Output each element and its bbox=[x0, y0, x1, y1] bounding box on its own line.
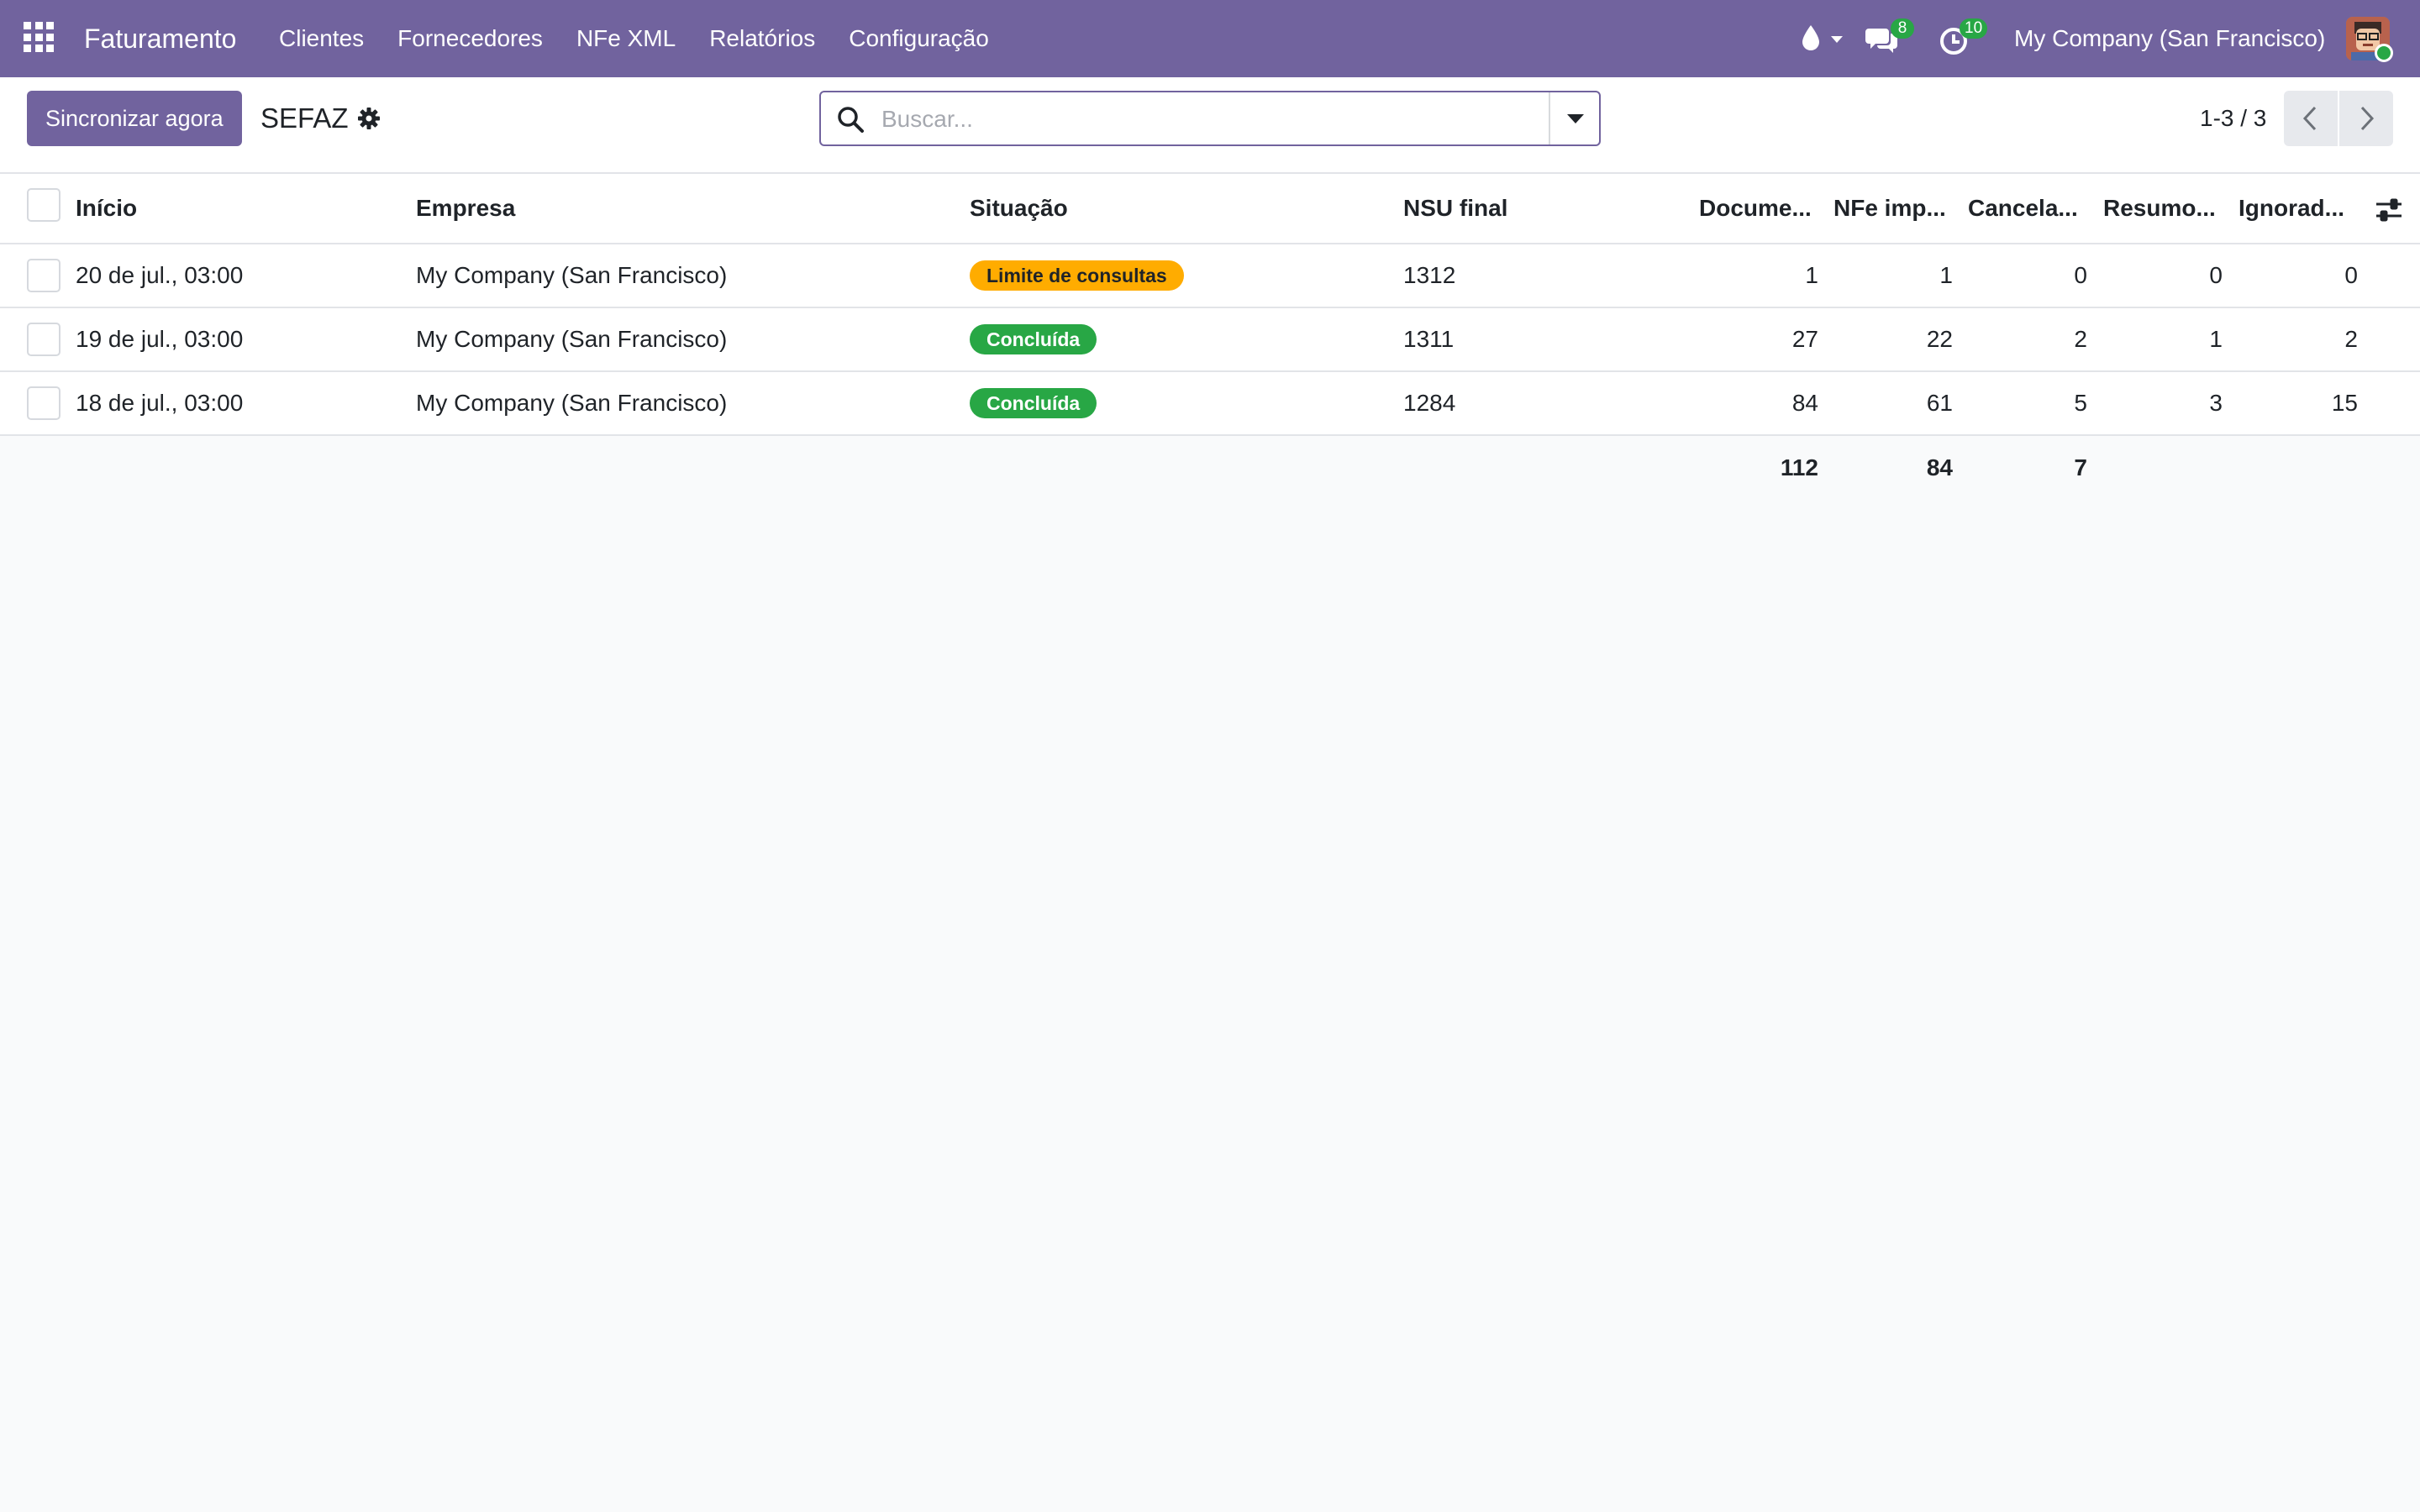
column-header-inicio[interactable]: Início bbox=[76, 174, 137, 243]
messages-button[interactable]: 8 bbox=[1865, 18, 1916, 59]
search-options-toggle[interactable] bbox=[1549, 92, 1599, 144]
total-canceladas: 7 bbox=[2074, 454, 2087, 480]
debug-menu-button[interactable] bbox=[1798, 22, 1849, 55]
cell-inicio: 19 de jul., 03:00 bbox=[76, 326, 244, 352]
search-bar bbox=[819, 91, 1601, 146]
chevron-right-icon bbox=[2360, 106, 2375, 131]
optional-columns-icon[interactable] bbox=[2375, 197, 2403, 223]
drop-icon bbox=[1802, 25, 1819, 50]
gear-icon[interactable] bbox=[356, 106, 381, 131]
row-checkbox[interactable] bbox=[27, 386, 60, 420]
app-brand[interactable]: Faturamento bbox=[84, 21, 236, 56]
cell-canceladas: 5 bbox=[2074, 390, 2087, 416]
column-header-ignoradas[interactable]: Ignorad... bbox=[2238, 174, 2344, 243]
cell-nsu-final: 1284 bbox=[1403, 390, 1456, 416]
online-status-dot bbox=[2375, 44, 2393, 62]
company-switcher[interactable]: My Company (San Francisco) bbox=[2014, 21, 2325, 56]
cell-empresa: My Company (San Francisco) bbox=[416, 390, 728, 416]
status-badge: Concluída bbox=[970, 324, 1097, 354]
column-header-resumos[interactable]: Resumo... bbox=[2103, 174, 2216, 243]
total-nfe-importadas: 84 bbox=[1926, 454, 1953, 480]
activities-button[interactable]: 10 bbox=[1938, 18, 1996, 59]
pager-value[interactable]: 1-3 / 3 bbox=[2200, 102, 2266, 135]
cell-nfe-importadas: 61 bbox=[1926, 390, 1953, 416]
select-all-checkbox[interactable] bbox=[27, 188, 60, 222]
menu-item-fornecedores[interactable]: Fornecedores bbox=[381, 21, 560, 56]
main-menu: Clientes Fornecedores NFe XML Relatórios… bbox=[262, 21, 1006, 56]
table-footer-totals: 112 84 7 bbox=[0, 436, 2420, 500]
cell-documentos: 84 bbox=[1791, 390, 1818, 416]
row-checkbox[interactable] bbox=[27, 259, 60, 292]
column-header-situacao[interactable]: Situação bbox=[970, 174, 1068, 243]
menu-item-relatorios[interactable]: Relatórios bbox=[692, 21, 832, 56]
cell-situacao: Limite de consultas bbox=[970, 244, 1184, 307]
row-checkbox[interactable] bbox=[27, 323, 60, 356]
column-header-empresa[interactable]: Empresa bbox=[416, 174, 515, 243]
messages-count-badge: 8 bbox=[1891, 18, 1914, 39]
control-panel: Sincronizar agora SEFAZ 1-3 / 3 bbox=[0, 77, 2420, 174]
cell-inicio: 20 de jul., 03:00 bbox=[76, 262, 244, 288]
search-icon bbox=[838, 107, 864, 133]
cell-empresa: My Company (San Francisco) bbox=[416, 326, 728, 352]
cell-resumos: 1 bbox=[2209, 326, 2223, 352]
cell-ignoradas: 0 bbox=[2344, 262, 2358, 288]
cell-ignoradas: 2 bbox=[2344, 326, 2358, 352]
chevron-left-icon bbox=[2302, 106, 2317, 131]
column-header-documentos[interactable]: Docume... bbox=[1699, 174, 1812, 243]
status-badge: Limite de consultas bbox=[970, 260, 1184, 291]
menu-item-nfe-xml[interactable]: NFe XML bbox=[560, 21, 692, 56]
cell-canceladas: 0 bbox=[2074, 262, 2087, 288]
column-header-nfe-importadas[interactable]: NFe imp... bbox=[1833, 174, 1946, 243]
cell-ignoradas: 15 bbox=[2331, 390, 2358, 416]
status-badge: Concluída bbox=[970, 388, 1097, 418]
menu-item-clientes[interactable]: Clientes bbox=[262, 21, 381, 56]
cell-situacao: Concluída bbox=[970, 308, 1097, 370]
cell-nsu-final: 1311 bbox=[1403, 326, 1455, 352]
table-row[interactable]: 20 de jul., 03:00 My Company (San Franci… bbox=[0, 244, 2420, 308]
column-header-nsu-final[interactable]: NSU final bbox=[1403, 174, 1507, 243]
list-view: Início Empresa Situação NSU final Docume… bbox=[0, 174, 2420, 500]
pager-previous-button[interactable] bbox=[2284, 91, 2338, 146]
cell-resumos: 3 bbox=[2209, 390, 2223, 416]
table-row[interactable]: 19 de jul., 03:00 My Company (San Franci… bbox=[0, 308, 2420, 372]
cell-nfe-importadas: 1 bbox=[1939, 262, 1953, 288]
table-header: Início Empresa Situação NSU final Docume… bbox=[0, 174, 2420, 244]
cell-situacao: Concluída bbox=[970, 372, 1097, 434]
cell-inicio: 18 de jul., 03:00 bbox=[76, 390, 244, 416]
cell-documentos: 27 bbox=[1791, 326, 1818, 352]
cell-canceladas: 2 bbox=[2074, 326, 2087, 352]
caret-down-icon bbox=[1831, 36, 1843, 43]
cell-empresa: My Company (San Francisco) bbox=[416, 262, 728, 288]
search-input[interactable] bbox=[881, 99, 1520, 139]
table-row[interactable]: 18 de jul., 03:00 My Company (San Franci… bbox=[0, 372, 2420, 436]
sync-now-button[interactable]: Sincronizar agora bbox=[27, 91, 242, 146]
cell-documentos: 1 bbox=[1805, 262, 1818, 288]
activities-count-badge: 10 bbox=[1960, 18, 1988, 39]
cell-nfe-importadas: 22 bbox=[1926, 326, 1953, 352]
total-documentos: 112 bbox=[1780, 454, 1818, 480]
cell-nsu-final: 1312 bbox=[1403, 262, 1456, 288]
pager-next-button[interactable] bbox=[2339, 91, 2393, 146]
column-header-canceladas[interactable]: Cancela... bbox=[1968, 174, 2078, 243]
app-grid-icon[interactable] bbox=[24, 22, 54, 52]
menu-item-configuracao[interactable]: Configuração bbox=[832, 21, 1006, 56]
cell-resumos: 0 bbox=[2209, 262, 2223, 288]
top-navbar: Faturamento Clientes Fornecedores NFe XM… bbox=[0, 0, 2420, 77]
page-title: SEFAZ bbox=[260, 102, 349, 134]
